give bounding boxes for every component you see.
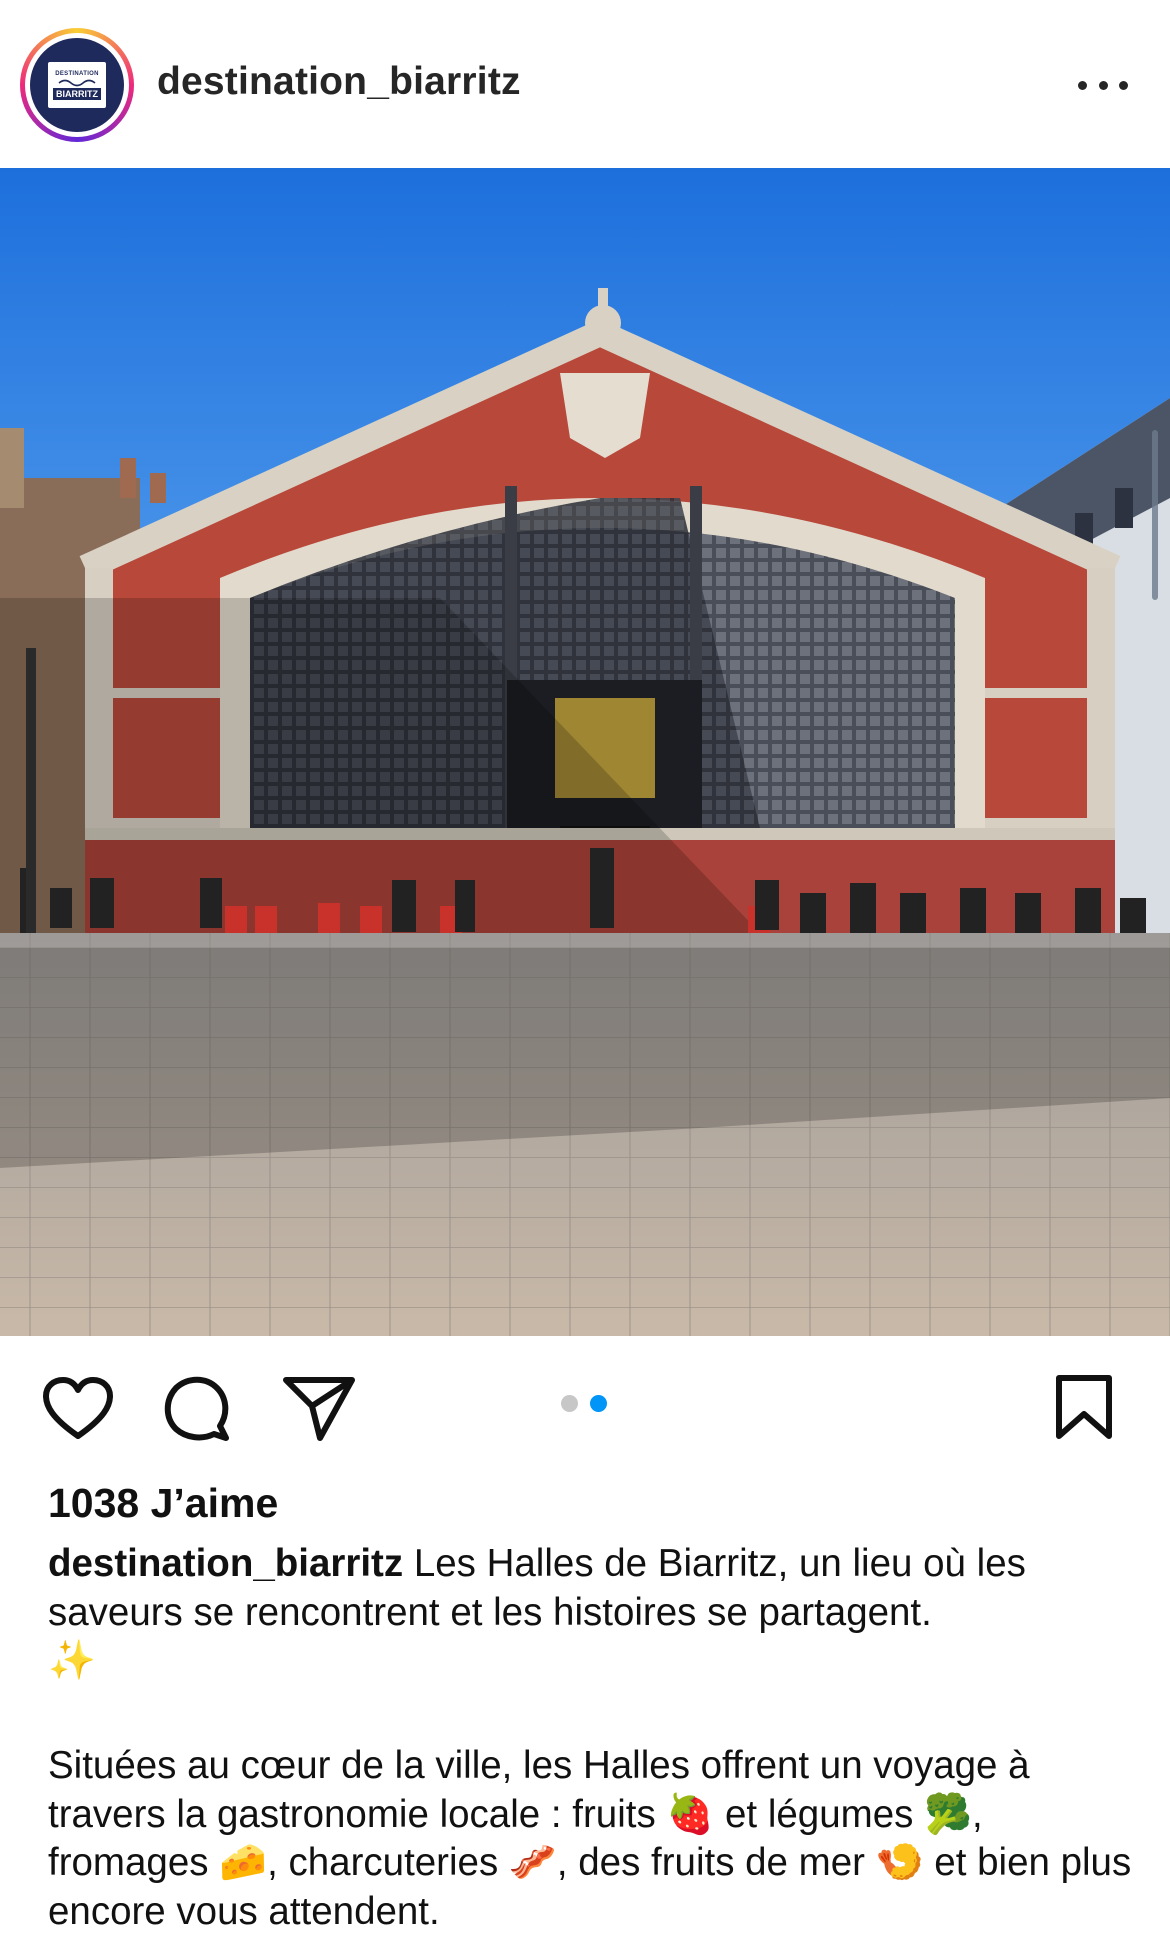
post-photo[interactable] — [0, 168, 1170, 1336]
carousel-indicator — [561, 1395, 607, 1412]
post-header: DESTINATION BIARRITZ destination_biarrit… — [0, 0, 1170, 168]
caption-username[interactable]: destination_biarritz — [48, 1542, 403, 1585]
broccoli-emoji: 🥦 — [924, 1791, 972, 1837]
bacon-emoji: 🥓 — [508, 1840, 557, 1885]
cheese-emoji: 🧀 — [219, 1840, 268, 1885]
more-horizontal-icon[interactable] — [1078, 70, 1128, 100]
likes-count[interactable]: 1038 J’aime — [48, 1480, 278, 1527]
market-hall-image — [0, 168, 1170, 1336]
sparkles-emoji: ✨ — [48, 1638, 96, 1683]
post-username[interactable]: destination_biarritz — [157, 60, 521, 104]
caption-paragraph: Situées au cœur de la ville, les Halles … — [48, 1744, 1132, 1933]
comment-icon[interactable] — [162, 1374, 232, 1444]
heart-icon[interactable] — [42, 1376, 114, 1442]
instagram-post: DESTINATION BIARRITZ destination_biarrit… — [0, 0, 1170, 1960]
bookmark-icon[interactable] — [1054, 1374, 1114, 1442]
carousel-dot-active — [590, 1395, 607, 1412]
send-icon[interactable] — [282, 1374, 356, 1444]
photo-scroll-indicator — [1152, 430, 1158, 600]
shrimp-emoji: 🍤 — [875, 1840, 924, 1885]
avatar-logo: DESTINATION BIARRITZ — [46, 60, 108, 110]
carousel-dot — [561, 1395, 578, 1412]
post-caption: destination_biarritz Les Halles de Biarr… — [48, 1540, 1138, 1686]
avatar[interactable]: DESTINATION BIARRITZ — [20, 28, 134, 142]
strawberry-emoji: 🍓 — [666, 1791, 715, 1837]
wave-icon — [58, 79, 96, 86]
